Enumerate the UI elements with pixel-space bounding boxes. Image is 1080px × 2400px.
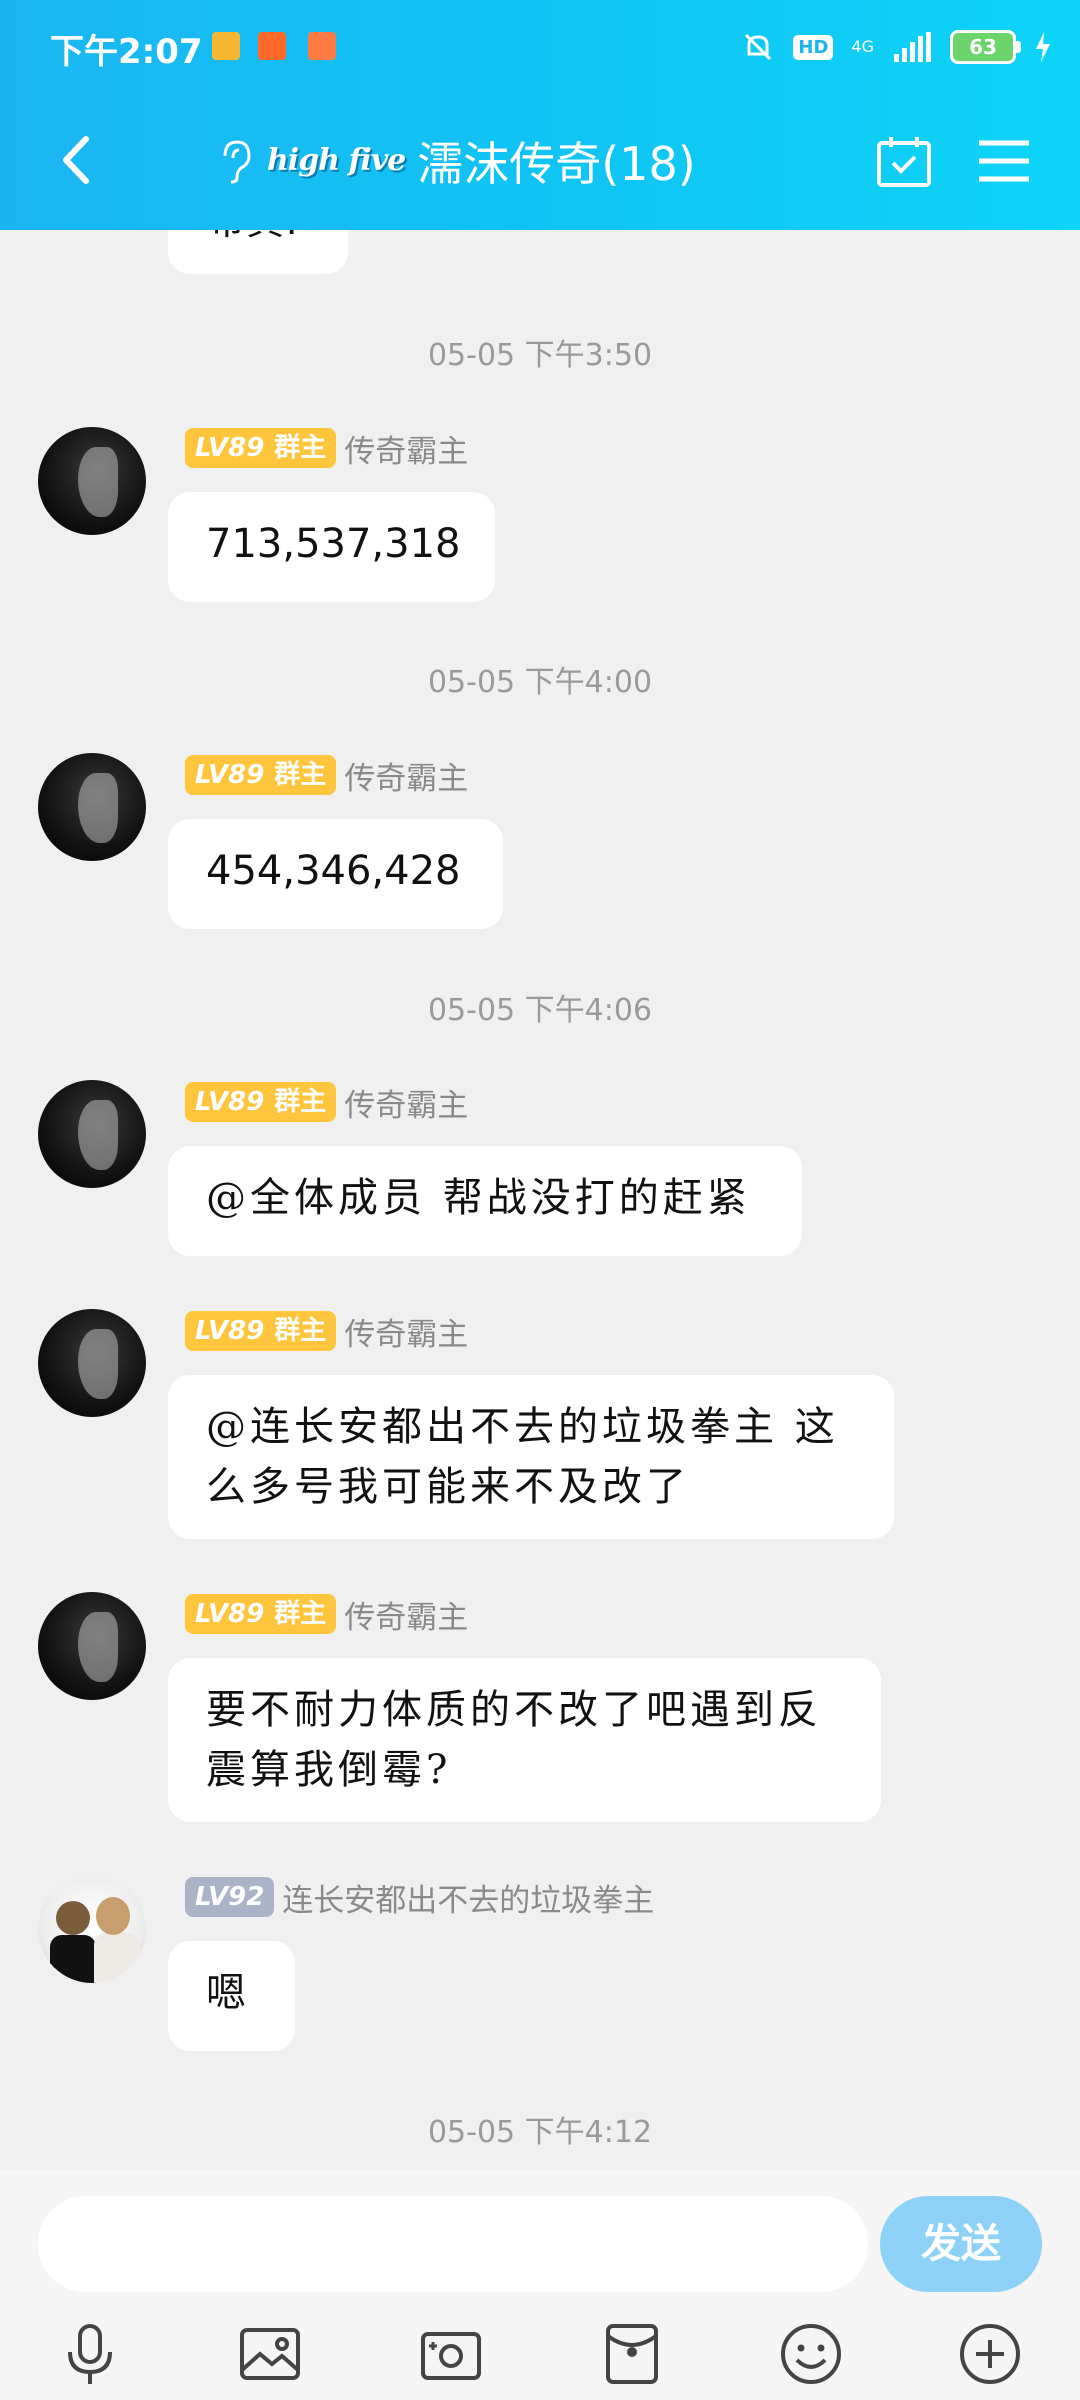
message-text: 嗯 <box>206 1970 246 2016</box>
group-badge-logo: high five <box>267 143 406 178</box>
chat-title-group[interactable]: high five 濡沫传奇(18) <box>215 123 696 198</box>
message-bubble[interactable]: @连长安都出不去的垃圾拳主 这么多号我可能来不及改了 <box>168 1375 894 1539</box>
message-meta: LV89 群主 传奇霸主 <box>185 426 468 471</box>
status-time: 下午2:07 <box>50 32 203 72</box>
message-meta: LV89 群主 传奇霸主 <box>185 1592 468 1637</box>
camera-icon[interactable] <box>417 2320 485 2388</box>
avatar[interactable] <box>38 1592 146 1700</box>
hd-icon: HD <box>793 34 834 60</box>
message-text: @全体成员 帮战没打的赶紧 <box>206 1175 751 1221</box>
status-bar: 下午2:07 HD 4G 63 <box>0 0 1080 95</box>
sender-name[interactable]: 传奇霸主 <box>344 1309 468 1354</box>
notification-icon-1 <box>212 32 240 60</box>
message-input[interactable] <box>38 2196 868 2292</box>
timestamp: 05-05 下午4:06 <box>427 993 653 1028</box>
avatar[interactable] <box>38 1309 146 1417</box>
sender-name[interactable]: 传奇霸主 <box>344 426 468 471</box>
level-badge: LV89 群主 <box>185 428 337 468</box>
message-meta: LV89 群主 传奇霸主 <box>185 1309 468 1354</box>
calendar-check-icon[interactable] <box>875 133 933 189</box>
app-header: 下午2:07 HD 4G 63 high five 濡沫传奇(18) <box>0 0 1080 230</box>
message-text: 带真! <box>208 230 299 245</box>
taobao-icon <box>258 32 286 60</box>
avatar[interactable] <box>38 753 146 861</box>
mute-bell-icon <box>745 33 772 61</box>
message-bubble[interactable]: 713,537,318 <box>168 492 495 602</box>
timestamp: 05-05 下午3:50 <box>427 338 653 373</box>
message-text: 454,346,428 <box>206 848 461 894</box>
image-icon[interactable] <box>236 2320 304 2388</box>
message-bubble[interactable]: 要不耐力体质的不改了吧遇到反震算我倒霉? <box>168 1658 881 1822</box>
network-type: 4G <box>851 37 874 56</box>
chat-title: 濡沫传奇(18) <box>417 136 696 191</box>
microphone-icon[interactable] <box>56 2320 124 2388</box>
message-bubble[interactable]: @全体成员 帮战没打的赶紧 <box>168 1146 802 1256</box>
sender-name[interactable]: 传奇霸主 <box>344 1080 468 1125</box>
plus-icon[interactable] <box>956 2320 1024 2388</box>
avatar[interactable] <box>38 1080 146 1188</box>
nav-bar: high five 濡沫传奇(18) <box>0 95 1080 230</box>
message-text: @连长安都出不去的垃圾拳主 这么多号我可能来不及改了 <box>206 1404 839 1510</box>
level-badge: LV92 <box>185 1877 275 1917</box>
message-meta: LV92 连长安都出不去的垃圾拳主 <box>185 1875 654 1920</box>
message-bubble[interactable]: 嗯 <box>168 1941 295 2051</box>
message-text: 713,537,318 <box>206 521 461 567</box>
signal-icon <box>894 32 931 62</box>
message-bubble[interactable]: 454,346,428 <box>168 819 503 929</box>
message-meta: LV89 群主 传奇霸主 <box>185 753 468 798</box>
sender-name[interactable]: 连长安都出不去的垃圾拳主 <box>282 1875 654 1920</box>
menu-icon[interactable] <box>975 133 1033 189</box>
sender-name[interactable]: 传奇霸主 <box>344 1592 468 1637</box>
avatar[interactable] <box>38 1875 146 1983</box>
ear-icon <box>223 139 251 183</box>
send-button[interactable]: 发送 <box>880 2196 1042 2292</box>
battery-level: 63 <box>950 30 1021 64</box>
timestamp: 05-05 下午4:00 <box>427 665 653 700</box>
level-badge: LV89 群主 <box>185 1311 337 1351</box>
emoji-icon[interactable] <box>777 2320 845 2388</box>
back-arrow-icon[interactable] <box>50 125 110 195</box>
input-bar: 发送 <box>0 2170 1080 2400</box>
sender-name[interactable]: 传奇霸主 <box>344 753 468 798</box>
shopping-icon <box>308 32 336 60</box>
charging-icon <box>1036 32 1050 62</box>
level-badge: LV89 群主 <box>185 1082 337 1122</box>
timestamp: 05-05 下午4:12 <box>427 2115 653 2150</box>
level-badge: LV89 群主 <box>185 755 337 795</box>
avatar[interactable] <box>38 427 146 535</box>
message-text: 要不耐力体质的不改了吧遇到反震算我倒霉? <box>206 1687 822 1793</box>
message-meta: LV89 群主 传奇霸主 <box>185 1080 468 1125</box>
chat-area[interactable]: 带真! 05-05 下午3:50 LV89群主 传奇霸主 713,537,318… <box>0 230 1080 2170</box>
level-badge: LV89 群主 <box>185 1594 337 1634</box>
message-bubble-partial[interactable]: 带真! <box>168 230 348 274</box>
red-packet-icon[interactable] <box>598 2320 666 2388</box>
